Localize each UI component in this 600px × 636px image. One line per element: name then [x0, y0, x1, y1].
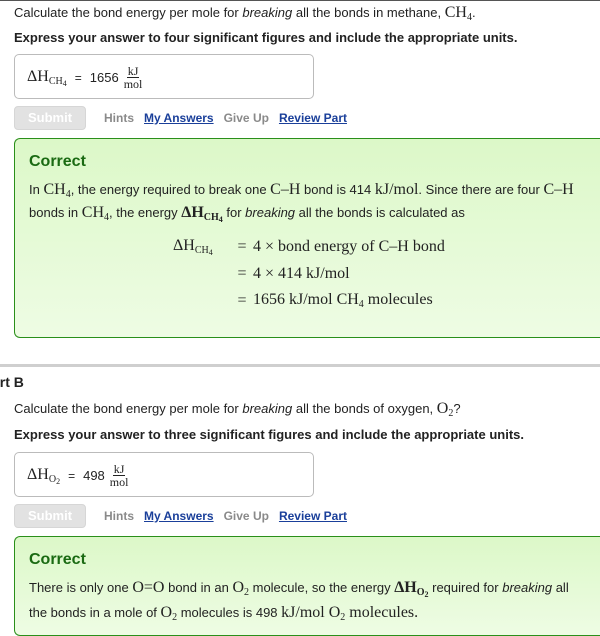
question-text: all the bonds in methane, [292, 5, 445, 20]
part-b-answer-box[interactable]: ΔHO2 = 498 kJ mol [14, 452, 314, 497]
part-a-instruction: Express your answer to four significant … [14, 30, 518, 45]
feedback-title: Correct [29, 551, 86, 568]
submit-button[interactable]: Submit [14, 504, 86, 528]
equals-sign: = [68, 468, 76, 483]
answer-symbol: ΔHO2 [27, 465, 61, 486]
question-emphasis: breaking [242, 5, 293, 20]
formula-ch4: CH4 [444, 4, 472, 23]
answer-value[interactable]: 498 [83, 468, 105, 483]
answer-value[interactable]: 1656 [90, 70, 119, 85]
question-text: . [471, 5, 476, 20]
review-part-link[interactable]: Review Part [279, 509, 347, 523]
give-up-link[interactable]: Give Up [224, 509, 269, 523]
answer-symbol: ΔHCH4 [27, 67, 67, 88]
part-b-feedback: Correct There is only one O=O bond in an… [14, 536, 600, 636]
part-b-heading: art B [0, 374, 24, 390]
feedback-title: Correct [29, 153, 86, 170]
formula-o2: O2 [436, 400, 454, 419]
section-divider [0, 364, 600, 367]
question-text: Calculate the bond energy per mole for [14, 5, 243, 20]
part-b-question: Calculate the bond energy per mole for b… [14, 400, 461, 419]
equation-row: 4 × 414 kJ/mol [253, 264, 350, 282]
part-a-actions: Submit Hints My Answers Give Up Review P… [14, 106, 347, 130]
submit-button[interactable]: Submit [14, 106, 86, 130]
hints-link[interactable]: Hints [104, 509, 134, 523]
my-answers-link[interactable]: My Answers [144, 111, 214, 125]
review-part-link[interactable]: Review Part [279, 111, 347, 125]
equals-sign: = [74, 70, 82, 85]
top-border [0, 0, 600, 1]
give-up-link[interactable]: Give Up [224, 111, 269, 125]
equation-row: 4 × bond energy of C–H bond [253, 237, 445, 255]
part-a-answer-box[interactable]: ΔHCH4 = 1656 kJ mol [14, 54, 314, 99]
equation-row: 1656 kJ/mol CH4 molecules [253, 291, 433, 310]
feedback-text: In CH4, the energy required to break one… [29, 181, 574, 224]
part-a-feedback: Correct In CH4, the energy required to b… [14, 138, 600, 338]
feedback-equation: ΔHCH4 = 4 × bond energy of C–H bond = 4 … [173, 236, 445, 311]
part-a-question: Calculate the bond energy per mole for b… [14, 4, 600, 23]
answer-units: kJ mol [123, 64, 143, 91]
answer-units: kJ mol [109, 462, 129, 489]
part-b-actions: Submit Hints My Answers Give Up Review P… [14, 504, 347, 528]
my-answers-link[interactable]: My Answers [144, 509, 214, 523]
feedback-text: There is only one O=O bond in an O2 mole… [29, 579, 569, 623]
hints-link[interactable]: Hints [104, 111, 134, 125]
equation-lhs: ΔHCH4 [173, 236, 213, 257]
part-b-instruction: Express your answer to three significant… [14, 427, 524, 442]
